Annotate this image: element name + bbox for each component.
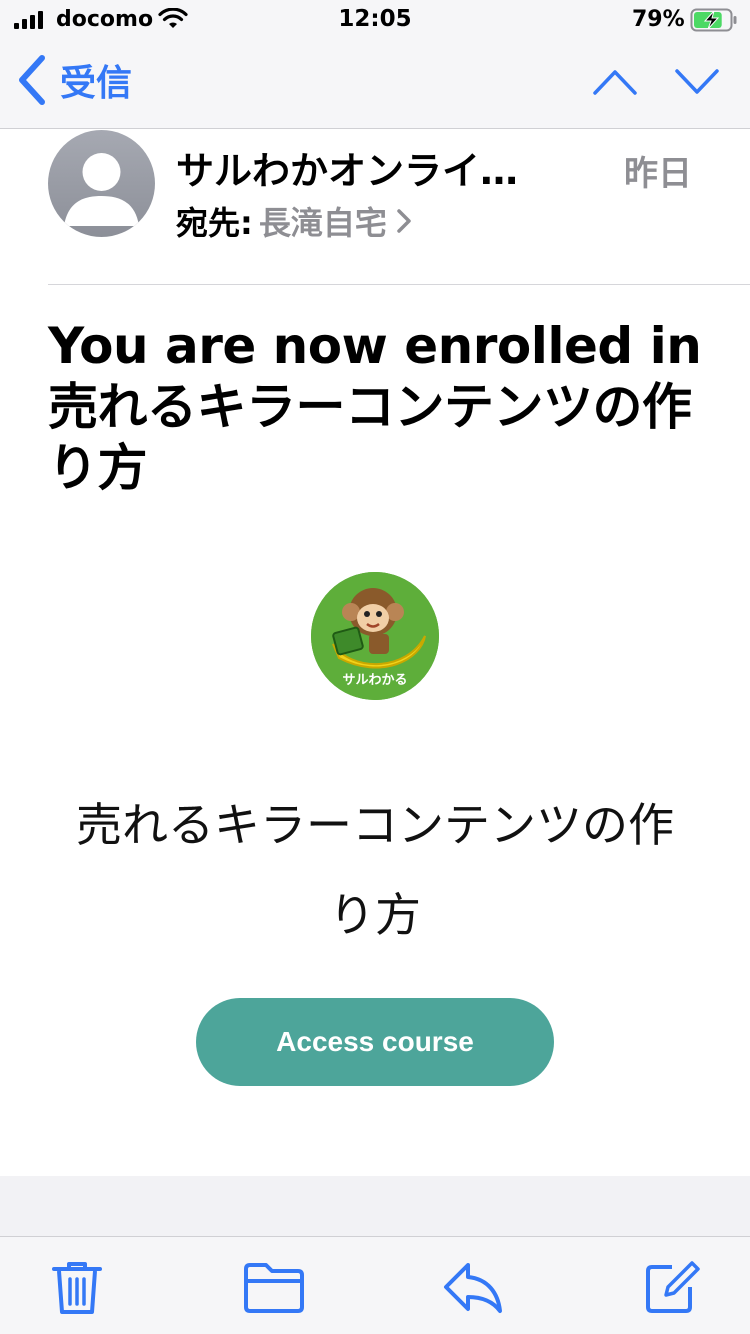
- sender-avatar[interactable]: [48, 130, 155, 237]
- person-icon: [64, 153, 139, 226]
- course-title: 売れるキラーコンテンツの作り方: [76, 798, 674, 942]
- message-subject: You are now enrolled in 売れるキラーコンテンツの作り方: [48, 317, 702, 497]
- battery-charging-icon: [690, 8, 737, 32]
- compose-icon[interactable]: [642, 1259, 700, 1317]
- previous-message-button[interactable]: [592, 68, 638, 96]
- message-footer-area: [0, 1176, 750, 1236]
- recipient-name: 長滝自宅: [258, 204, 387, 242]
- sender-name[interactable]: サルわかオンライ…: [176, 140, 576, 195]
- recipient-line[interactable]: 宛先: 長滝自宅: [176, 198, 415, 244]
- back-label: 受信: [60, 63, 133, 104]
- bottom-toolbar: [0, 1236, 750, 1334]
- folder-icon[interactable]: [242, 1259, 306, 1315]
- chevron-right-icon: [397, 209, 411, 233]
- to-label: 宛先:: [176, 204, 253, 242]
- next-message-button[interactable]: [674, 68, 720, 96]
- reply-icon[interactable]: [440, 1259, 504, 1315]
- nav-bar: 受信: [0, 40, 750, 129]
- back-button[interactable]: 受信: [16, 54, 132, 106]
- chevron-left-icon: [19, 55, 45, 105]
- status-bar: docomo 12:05 79%: [0, 0, 750, 40]
- trash-icon[interactable]: [50, 1259, 104, 1317]
- message-date: 昨日: [624, 154, 692, 194]
- access-course-button[interactable]: Access course: [196, 998, 554, 1086]
- battery-percent: 79%: [632, 7, 685, 32]
- header-divider: [48, 284, 750, 285]
- logo-text: サルわかる: [342, 673, 408, 688]
- course-logo: サルわかる: [311, 572, 439, 700]
